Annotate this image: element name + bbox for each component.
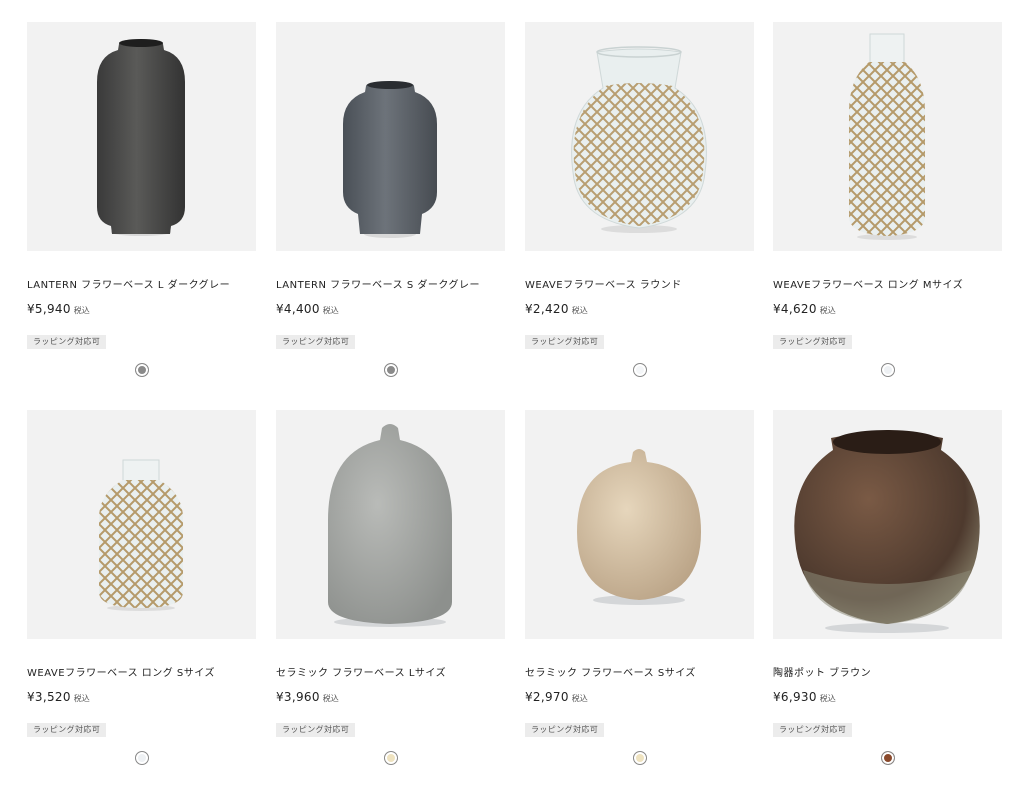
price-row: ¥4,620 税込: [773, 300, 1002, 316]
tax-label: 税込: [571, 694, 588, 703]
product-image[interactable]: [525, 22, 754, 251]
price-row: ¥2,970 税込: [525, 688, 754, 704]
wrapping-badge: ラッピング対応可: [27, 335, 107, 349]
product-card[interactable]: LANTERN フラワーベース S ダークグレー ¥4,400 税込 ラッピング対…: [276, 22, 505, 378]
product-grid: LANTERN フラワーベース L ダークグレー ¥5,940 税込 ラッピング対…: [0, 0, 1023, 789]
price-row: ¥2,420 税込: [525, 300, 754, 316]
tax-label: 税込: [73, 306, 90, 315]
product-name[interactable]: WEAVEフラワーベース ラウンド: [525, 279, 754, 293]
tax-label: 税込: [322, 694, 339, 703]
product-price: ¥4,400: [276, 302, 320, 316]
color-swatch[interactable]: [880, 751, 895, 765]
color-swatches: [773, 362, 1002, 378]
tax-label: 税込: [73, 694, 90, 703]
product-card[interactable]: セラミック フラワーベース Sサイズ ¥2,970 税込 ラッピング対応可: [525, 410, 754, 766]
color-swatch[interactable]: [383, 363, 398, 377]
product-name[interactable]: セラミック フラワーベース Lサイズ: [276, 667, 505, 681]
product-image[interactable]: [276, 22, 505, 251]
color-swatch[interactable]: [880, 363, 895, 377]
price-row: ¥4,400 税込: [276, 300, 505, 316]
product-image[interactable]: [27, 22, 256, 251]
wrapping-badge: ラッピング対応可: [276, 723, 356, 737]
color-swatches: [525, 362, 754, 378]
brown-ceramic-pot-icon: [794, 430, 980, 633]
product-name[interactable]: LANTERN フラワーベース L ダークグレー: [27, 279, 256, 293]
product-price: ¥3,960: [276, 690, 320, 704]
slate-gray-short-vase-icon: [343, 81, 437, 238]
product-image[interactable]: [525, 410, 754, 639]
product-image[interactable]: [773, 410, 1002, 639]
color-swatches: [27, 362, 256, 378]
product-card[interactable]: 陶器ポット ブラウン ¥6,930 税込 ラッピング対応可: [773, 410, 1002, 766]
product-price: ¥3,520: [27, 690, 71, 704]
product-name[interactable]: LANTERN フラワーベース S ダークグレー: [276, 279, 505, 293]
wrapping-badge: ラッピング対応可: [773, 723, 853, 737]
color-swatches: [276, 750, 505, 766]
beige-ceramic-round-vase-icon: [577, 449, 701, 605]
color-swatches: [276, 362, 505, 378]
wrapping-badge: ラッピング対応可: [773, 335, 853, 349]
woven-round-glass-vase-icon: [571, 46, 707, 233]
price-row: ¥5,940 税込: [27, 300, 256, 316]
color-swatch[interactable]: [632, 751, 647, 765]
tax-label: 税込: [322, 306, 339, 315]
color-swatch[interactable]: [134, 363, 149, 377]
color-swatch[interactable]: [134, 751, 149, 765]
tax-label: 税込: [571, 306, 588, 315]
product-card[interactable]: WEAVEフラワーベース ロング Mサイズ ¥4,620 税込 ラッピング対応可: [773, 22, 1002, 378]
wrapping-badge: ラッピング対応可: [525, 335, 605, 349]
wrapping-badge: ラッピング対応可: [525, 723, 605, 737]
dark-gray-tall-vase-icon: [97, 39, 185, 236]
price-row: ¥3,520 税込: [27, 688, 256, 704]
product-image[interactable]: [773, 22, 1002, 251]
product-name[interactable]: 陶器ポット ブラウン: [773, 667, 1002, 681]
product-name[interactable]: WEAVEフラワーベース ロング Sサイズ: [27, 667, 256, 681]
woven-long-glass-vase-icon: [849, 33, 925, 240]
price-row: ¥6,930 税込: [773, 688, 1002, 704]
woven-small-glass-vase-icon: [99, 459, 183, 611]
color-swatch[interactable]: [632, 363, 647, 377]
color-swatches: [27, 750, 256, 766]
product-price: ¥4,620: [773, 302, 817, 316]
product-price: ¥6,930: [773, 690, 817, 704]
product-price: ¥2,970: [525, 690, 569, 704]
tax-label: 税込: [819, 694, 836, 703]
color-swatches: [773, 750, 1002, 766]
product-card[interactable]: LANTERN フラワーベース L ダークグレー ¥5,940 税込 ラッピング対…: [27, 22, 256, 378]
product-image[interactable]: [276, 410, 505, 639]
product-price: ¥2,420: [525, 302, 569, 316]
product-price: ¥5,940: [27, 302, 71, 316]
tax-label: 税込: [819, 306, 836, 315]
price-row: ¥3,960 税込: [276, 688, 505, 704]
product-card[interactable]: セラミック フラワーベース Lサイズ ¥3,960 税込 ラッピング対応可: [276, 410, 505, 766]
product-image[interactable]: [27, 410, 256, 639]
color-swatches: [525, 750, 754, 766]
product-card[interactable]: WEAVEフラワーベース ロング Sサイズ ¥3,520 税込 ラッピング対応可: [27, 410, 256, 766]
product-name[interactable]: セラミック フラワーベース Sサイズ: [525, 667, 754, 681]
gray-ceramic-bottle-vase-icon: [328, 424, 452, 627]
wrapping-badge: ラッピング対応可: [276, 335, 356, 349]
product-name[interactable]: WEAVEフラワーベース ロング Mサイズ: [773, 279, 1002, 293]
wrapping-badge: ラッピング対応可: [27, 723, 107, 737]
color-swatch[interactable]: [383, 751, 398, 765]
product-card[interactable]: WEAVEフラワーベース ラウンド ¥2,420 税込 ラッピング対応可: [525, 22, 754, 378]
